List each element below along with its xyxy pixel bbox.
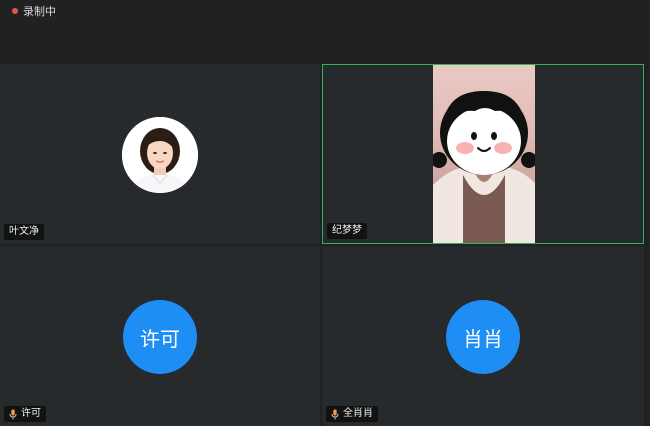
- video-grid: 叶文净 纪梦梦 许可 许可 肖肖 全肖肖: [0, 64, 650, 426]
- participant-tile[interactable]: 许可 许可: [0, 246, 320, 426]
- participant-avatar: 肖肖: [446, 300, 520, 374]
- portrait-photo-icon: [122, 117, 198, 193]
- participant-name: 叶文净: [9, 226, 39, 237]
- meeting-top-bar: 录制中: [0, 0, 650, 64]
- participant-name-tag: 许可: [4, 406, 46, 422]
- participant-tile[interactable]: 叶文净: [0, 64, 320, 244]
- participant-name-tag: 纪梦梦: [327, 223, 367, 239]
- participant-name-tag: 全肖肖: [326, 406, 378, 422]
- participant-name-tag: 叶文净: [4, 224, 44, 240]
- participant-video: [433, 65, 535, 243]
- participant-avatar: 许可: [123, 300, 197, 374]
- avatar-initials: 许可: [140, 326, 180, 351]
- avatar-initials: 肖肖: [463, 326, 503, 351]
- participant-name: 许可: [21, 408, 41, 419]
- participant-tile[interactable]: 肖肖 全肖肖: [322, 246, 644, 426]
- participant-tile-active-speaker[interactable]: 纪梦梦: [322, 64, 644, 244]
- participant-name: 全肖肖: [343, 408, 373, 419]
- recording-dot-icon: [12, 8, 18, 14]
- participant-name: 纪梦梦: [332, 225, 362, 236]
- recording-indicator: 录制中: [12, 3, 56, 19]
- participant-avatar: [122, 117, 198, 193]
- microphone-icon: [9, 409, 17, 419]
- microphone-icon: [331, 409, 339, 419]
- video-feed: [433, 91, 535, 243]
- recording-label: 录制中: [23, 5, 56, 18]
